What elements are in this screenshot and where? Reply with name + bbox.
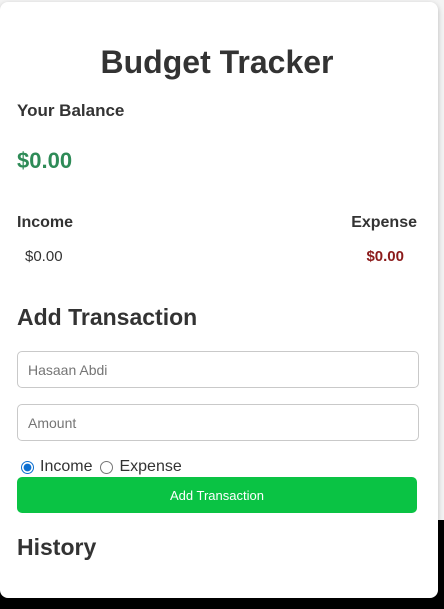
amount-input[interactable]: [17, 404, 419, 441]
income-label: Income: [17, 214, 74, 231]
add-transaction-button[interactable]: Add Transaction: [17, 477, 417, 513]
expense-radio-label: Expense: [119, 458, 182, 475]
expense-radio-option[interactable]: Expense: [96, 458, 182, 476]
expense-value: $0.00: [366, 248, 404, 265]
income-column: Income: [17, 212, 73, 234]
expense-radio[interactable]: [100, 460, 114, 474]
balance-label: Your Balance: [17, 101, 125, 120]
income-expense-summary: Income $0.00 Expense $0.00: [17, 212, 417, 272]
income-radio[interactable]: [21, 460, 34, 474]
add-transaction-heading: Add Transaction: [17, 304, 198, 330]
transaction-type-group: Income Expense: [17, 457, 186, 477]
expense-column: Expense: [351, 212, 417, 234]
history-heading: History: [17, 534, 97, 560]
transaction-name-input[interactable]: [17, 351, 419, 388]
income-radio-label: Income: [40, 458, 93, 475]
budget-card: Budget Tracker Your Balance $0.00 Income…: [0, 2, 438, 598]
income-value: $0.00: [25, 248, 63, 265]
expense-label: Expense: [351, 214, 417, 231]
income-radio-option[interactable]: Income: [17, 458, 92, 476]
balance-value: $0.00: [17, 148, 73, 173]
page-title: Budget Tracker: [100, 44, 334, 80]
